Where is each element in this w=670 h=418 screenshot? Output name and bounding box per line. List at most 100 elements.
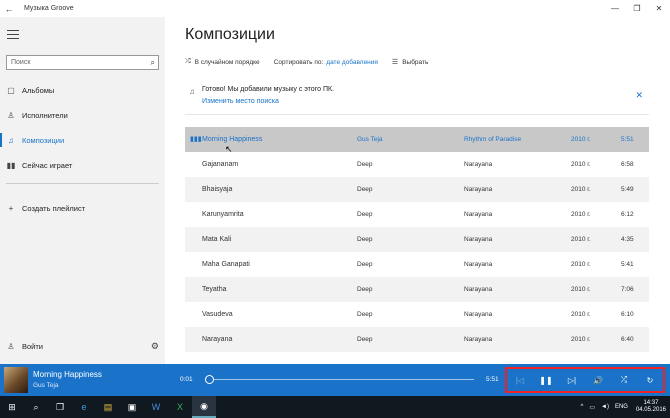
song-duration: 5:49 — [621, 186, 634, 193]
song-title: Bhaisyaja — [202, 186, 233, 193]
song-year: 2010 г. — [571, 236, 591, 243]
sidebar-item-songs[interactable]: ♫ Композиции — [0, 131, 165, 149]
song-title: Mata Kali — [202, 236, 232, 243]
now-playing-title[interactable]: Morning Happiness — [33, 370, 102, 379]
notification-banner: ♫ Готово! Мы добавили музыку с этого ПК.… — [185, 81, 649, 115]
playback-controls: |◁ ❚❚ ▷| 🔊 ⤮ ↻ — [505, 367, 665, 393]
seek-thumb[interactable] — [204, 375, 214, 384]
table-row[interactable]: Vasudeva Deep Narayana 2010 г. 6:10 — [185, 302, 649, 327]
song-year: 2010 г. — [571, 136, 591, 143]
login-button[interactable]: ♙ Войти ⚙ — [0, 337, 165, 355]
song-album: Narayana — [464, 261, 493, 268]
song-album: Narayana — [464, 286, 493, 293]
sort-label: Сортировать по: — [273, 58, 324, 66]
table-row[interactable]: ▮▮▮ Morning Happiness Gus Teja Rhythm of… — [185, 127, 649, 154]
album-icon: ▢ — [7, 85, 15, 95]
now-playing-icon: ▮▮▮ — [190, 136, 202, 143]
start-icon[interactable]: ⊞ — [0, 396, 24, 418]
select-icon[interactable]: ☰ — [392, 58, 398, 66]
song-year: 2010 г. — [571, 261, 591, 268]
now-playing-artist[interactable]: Gus Teja — [33, 382, 59, 389]
hamburger-menu-icon[interactable] — [7, 30, 19, 42]
select-button[interactable]: Выбрать — [402, 59, 428, 66]
store-icon[interactable]: ▣ — [120, 396, 144, 418]
song-artist: Deep — [357, 236, 373, 243]
close-icon[interactable]: ✕ — [635, 90, 643, 101]
user-icon: ♙ — [7, 341, 15, 351]
search-icon[interactable]: ⌕ — [24, 396, 48, 418]
network-icon[interactable]: ▭ — [589, 404, 595, 411]
table-row[interactable]: Teyatha Deep Narayana 2010 г. 7:06 — [185, 277, 649, 302]
create-playlist-button[interactable]: + Создать плейлист — [0, 199, 165, 217]
sidebar-item-artists[interactable]: ♙ Исполнители — [0, 106, 165, 124]
title-bar: ← Музыка Groove — ❐ ✕ — [0, 0, 670, 17]
volume-icon[interactable]: ◄) — [601, 404, 609, 410]
song-artist: Deep — [357, 336, 373, 343]
song-duration: 5:41 — [621, 261, 634, 268]
notification-text: Готово! Мы добавили музыку с этого ПК. — [202, 86, 334, 93]
sidebar-item-label: Альбомы — [22, 85, 55, 95]
change-search-location-link[interactable]: Изменить место поиска — [202, 98, 279, 105]
previous-icon[interactable]: |◁ — [511, 376, 529, 385]
table-row[interactable]: Narayana Deep Narayana 2010 г. 6:40 — [185, 327, 649, 352]
song-year: 2010 г. — [571, 286, 591, 293]
song-year: 2010 г. — [571, 161, 591, 168]
table-row[interactable]: Karunyamrita Deep Narayana 2010 г. 6:12 — [185, 202, 649, 227]
login-label: Войти — [22, 341, 43, 351]
sidebar-item-now-playing[interactable]: ▮▮ Сейчас играет — [0, 156, 165, 174]
song-artist: Deep — [357, 261, 373, 268]
sort-dropdown[interactable]: дате добавления — [326, 59, 378, 66]
shuffle-all-button[interactable]: В случайном порядке — [195, 59, 260, 66]
album-art[interactable] — [4, 367, 28, 393]
song-duration: 6:10 — [621, 311, 634, 318]
song-title: Teyatha — [202, 286, 227, 293]
music-note-icon: ♫ — [189, 87, 195, 96]
table-row[interactable]: Maha Ganapati Deep Narayana 2010 г. 5:41 — [185, 252, 649, 277]
now-playing-icon: ▮▮ — [6, 160, 16, 170]
system-tray: ^ ▭ ◄) ENG 14:37 04.05.2016 — [575, 396, 666, 418]
table-row[interactable]: Gajananam Deep Narayana 2010 г. 6:58 — [185, 152, 649, 177]
clock[interactable]: 14:37 04.05.2016 — [636, 400, 666, 414]
song-title: Vasudeva — [202, 311, 233, 318]
search-input[interactable]: Поиск ⌕ — [6, 55, 159, 70]
sidebar-item-label: Композиции — [22, 135, 65, 145]
table-row[interactable]: Mata Kali Deep Narayana 2010 г. 4:35 — [185, 227, 649, 252]
shuffle-icon[interactable]: ⤮ — [185, 58, 191, 66]
back-icon[interactable]: ← — [0, 4, 18, 14]
volume-icon[interactable]: 🔊 — [589, 376, 607, 385]
sidebar-item-albums[interactable]: ▢ Альбомы — [0, 81, 165, 99]
songs-list: ▮▮▮ Morning Happiness Gus Teja Rhythm of… — [185, 127, 649, 352]
song-album[interactable]: Rhythm of Paradise — [464, 136, 521, 143]
table-row[interactable]: Bhaisyaja Deep Narayana 2010 г. 5:49 — [185, 177, 649, 202]
repeat-icon[interactable]: ↻ — [641, 376, 659, 385]
excel-icon[interactable]: X — [168, 396, 192, 418]
song-year: 2010 г. — [571, 211, 591, 218]
edge-icon[interactable]: e — [72, 396, 96, 418]
elapsed-time: 0:01 — [180, 376, 193, 383]
song-year: 2010 г. — [571, 186, 591, 193]
shuffle-icon[interactable]: ⤮ — [615, 375, 633, 385]
song-album: Narayana — [464, 211, 493, 218]
create-playlist-label: Создать плейлист — [22, 203, 86, 213]
file-explorer-icon[interactable]: ▤ — [96, 396, 120, 418]
next-icon[interactable]: ▷| — [563, 376, 581, 385]
seek-bar[interactable] — [208, 379, 474, 380]
minimize-icon[interactable]: — — [604, 4, 626, 13]
close-icon[interactable]: ✕ — [648, 4, 670, 13]
word-icon[interactable]: W — [144, 396, 168, 418]
song-artist: Deep — [357, 286, 373, 293]
language-indicator[interactable]: ENG — [615, 404, 628, 410]
song-album: Narayana — [464, 161, 493, 168]
maximize-icon[interactable]: ❐ — [626, 4, 648, 13]
song-title: Morning Happiness — [202, 136, 263, 143]
task-view-icon[interactable]: ❐ — [48, 396, 72, 418]
search-icon[interactable]: ⌕ — [151, 56, 155, 69]
song-artist[interactable]: Gus Teja — [357, 136, 383, 143]
groove-music-icon[interactable]: ◉ — [192, 396, 216, 418]
song-title: Gajananam — [202, 161, 239, 168]
tray-expand-icon[interactable]: ^ — [581, 404, 584, 410]
pause-icon[interactable]: ❚❚ — [537, 376, 555, 385]
song-artist: Deep — [357, 211, 373, 218]
song-album: Narayana — [464, 336, 493, 343]
gear-icon[interactable]: ⚙ — [151, 341, 159, 352]
